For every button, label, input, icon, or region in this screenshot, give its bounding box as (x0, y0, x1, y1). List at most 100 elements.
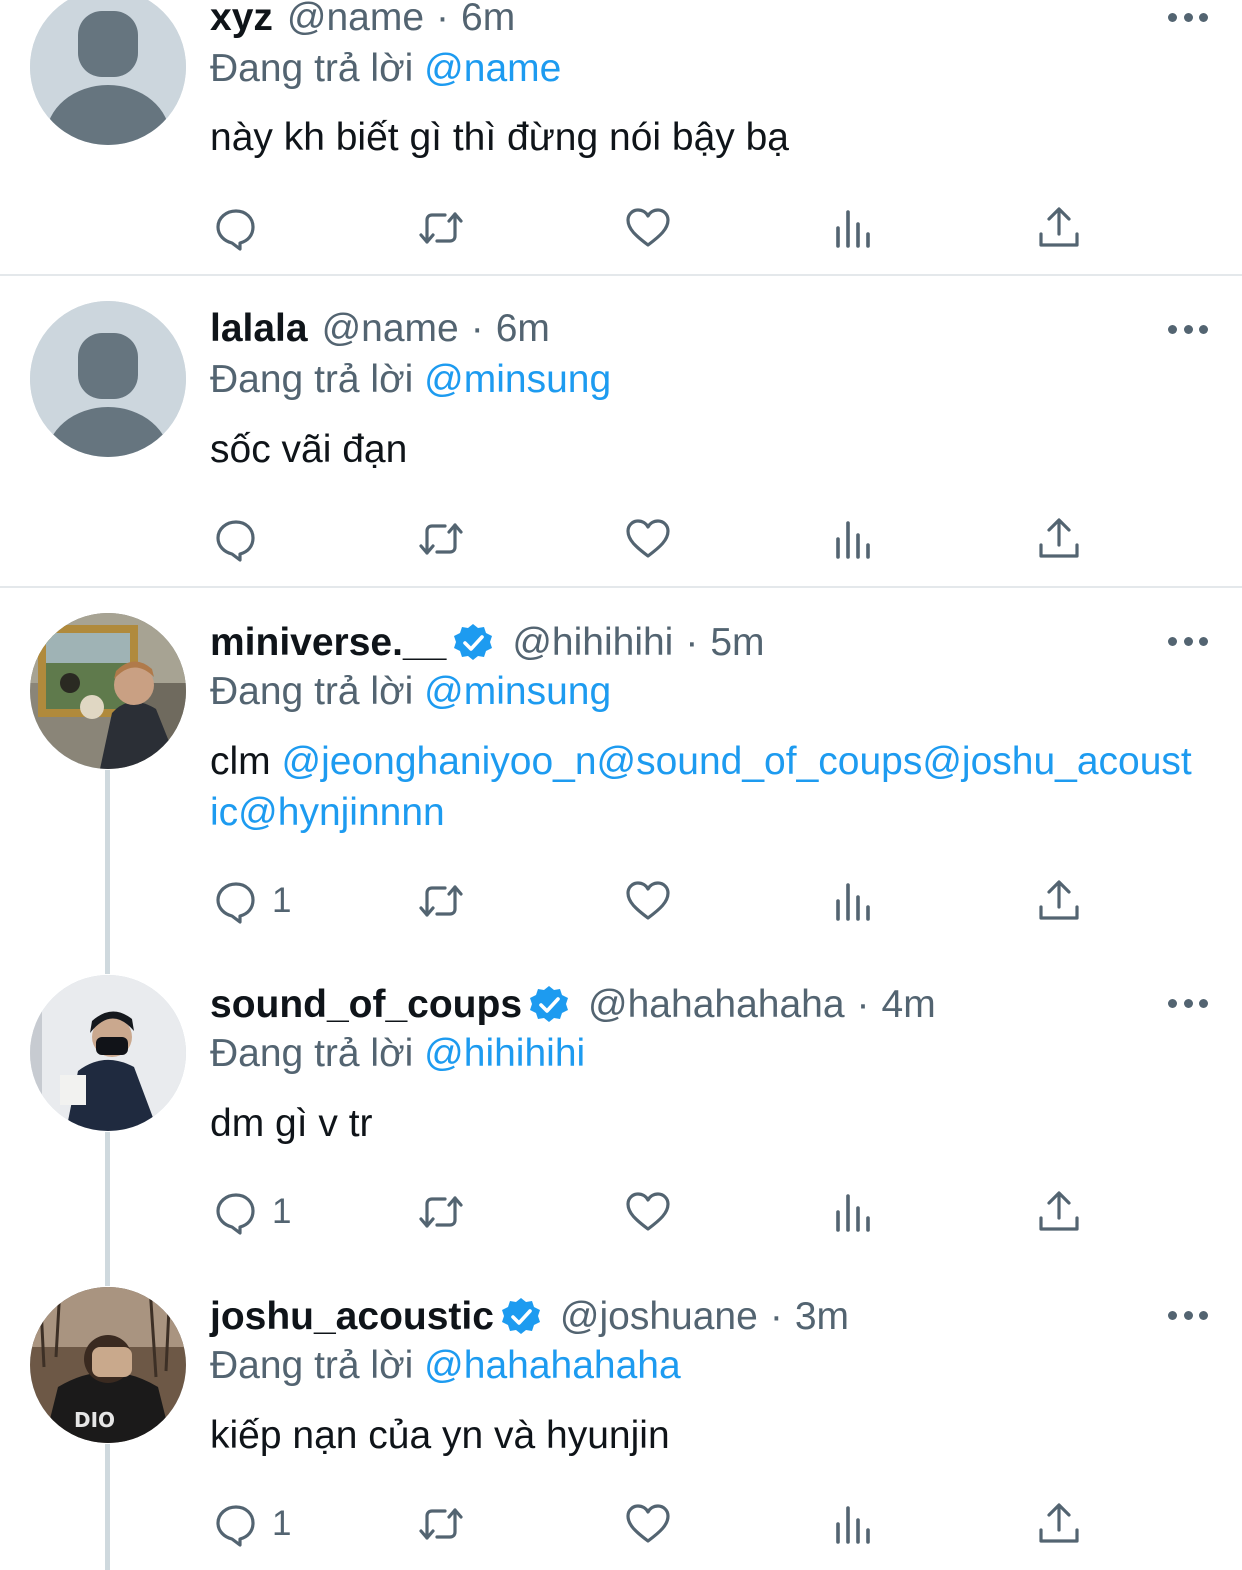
share-button[interactable] (1035, 198, 1083, 258)
like-button[interactable] (624, 1494, 672, 1554)
views-icon (836, 1506, 870, 1544)
retweet-icon (419, 523, 463, 555)
like-button[interactable] (624, 198, 672, 258)
like-button[interactable] (624, 1182, 672, 1242)
action-bar: 1 (0, 871, 1242, 931)
like-button[interactable] (624, 509, 672, 569)
replying-label: Đang trả lời (210, 358, 414, 401)
display-name[interactable]: lalala (210, 304, 308, 354)
reply-icon (216, 882, 255, 924)
reply-button[interactable]: 1 (212, 1182, 291, 1242)
share-button[interactable] (1035, 509, 1083, 569)
replying-to: Đang trả lời @name (210, 44, 561, 94)
views-button[interactable] (830, 198, 878, 258)
display-name[interactable]: xyz (210, 0, 273, 43)
reply-button[interactable]: 1 (212, 1494, 291, 1554)
retweet-icon (419, 1196, 463, 1228)
timestamp[interactable]: 5m (710, 618, 764, 668)
user-handle[interactable]: @name (322, 304, 459, 354)
views-button[interactable] (830, 1494, 878, 1554)
tweet-mentions[interactable]: @jeonghaniyoo_n@sound_of_coups@joshu_aco… (210, 740, 1192, 834)
tweet-header: joshu_acoustic @joshuane · 3m (210, 1292, 849, 1342)
avatar-photo[interactable] (30, 613, 186, 769)
retweet-button[interactable] (417, 871, 465, 931)
reply-icon (216, 1193, 255, 1235)
views-icon (836, 210, 870, 248)
timestamp[interactable]: 6m (461, 0, 515, 43)
reply-count: 1 (272, 881, 292, 920)
tweet-text-prefix: clm (210, 740, 282, 783)
like-button[interactable] (624, 871, 672, 931)
replying-mention[interactable]: @minsung (424, 358, 611, 401)
views-button[interactable] (830, 509, 878, 569)
replying-to: Đang trả lời @minsung (210, 667, 611, 717)
replying-to: Đang trả lời @hahahahaha (210, 1341, 681, 1391)
heart-icon (626, 881, 670, 920)
share-button[interactable] (1035, 1182, 1083, 1242)
retweet-button[interactable] (417, 509, 465, 569)
separator-dot: · (856, 983, 870, 1026)
replying-label: Đang trả lời (210, 670, 414, 713)
display-name[interactable]: joshu_acoustic (210, 1292, 494, 1342)
heart-icon (626, 208, 670, 247)
user-handle[interactable]: @hihihihi (512, 618, 673, 668)
avatar-photo[interactable]: DIO (30, 1287, 186, 1443)
tweet-text: clm @jeonghaniyoo_n@sound_of_coups@joshu… (210, 736, 1200, 838)
more-icon[interactable] (1168, 1309, 1208, 1321)
separator-dot: · (685, 621, 699, 664)
display-name[interactable]: miniverse.__ (210, 618, 446, 668)
more-icon[interactable] (1168, 11, 1208, 23)
tweet-text: kiếp nạn của yn và hyunjin (210, 1414, 670, 1457)
replying-mention[interactable]: @hahahahaha (424, 1344, 681, 1387)
reply-button[interactable] (212, 198, 272, 258)
retweet-button[interactable] (417, 1494, 465, 1554)
replying-mention[interactable]: @name (424, 47, 561, 90)
more-icon[interactable] (1168, 997, 1208, 1009)
more-icon[interactable] (1168, 323, 1208, 335)
user-handle[interactable]: @name (287, 0, 424, 43)
timestamp[interactable]: 3m (795, 1292, 849, 1342)
timestamp[interactable]: 6m (496, 304, 550, 354)
replying-mention[interactable]: @hihihihi (424, 1032, 585, 1075)
display-name[interactable]: sound_of_coups (210, 980, 522, 1030)
retweet-button[interactable] (417, 1182, 465, 1242)
tweet-header: sound_of_coups @hahahahaha · 4m (210, 980, 936, 1030)
views-icon (836, 1194, 870, 1232)
views-button[interactable] (830, 1182, 878, 1242)
user-handle[interactable]: @hahahahaha (588, 980, 845, 1030)
reply-button[interactable]: 1 (212, 871, 291, 931)
share-icon (1039, 518, 1079, 558)
tweet-header: miniverse.__ @hihihihi · 5m (210, 618, 765, 668)
share-button[interactable] (1035, 1494, 1083, 1554)
more-icon[interactable] (1168, 635, 1208, 647)
tweet-text: sốc vãi đạn (210, 428, 408, 471)
retweet-icon (419, 212, 463, 244)
tweet-divider (0, 586, 1242, 588)
share-icon (1039, 1503, 1079, 1543)
verified-badge-icon (454, 624, 493, 660)
avatar-photo[interactable] (30, 975, 186, 1131)
retweet-button[interactable] (417, 198, 465, 258)
avatar-default[interactable] (30, 301, 186, 457)
user-handle[interactable]: @joshuane (560, 1292, 758, 1342)
svg-text:DIO: DIO (74, 1408, 115, 1432)
separator-dot: · (470, 307, 484, 350)
verified-badge-icon (530, 986, 569, 1022)
avatar-default[interactable] (30, 0, 186, 145)
timestamp[interactable]: 4m (882, 980, 936, 1030)
views-icon (836, 521, 870, 559)
action-bar (0, 509, 1242, 569)
share-button[interactable] (1035, 871, 1083, 931)
views-button[interactable] (830, 871, 878, 931)
action-bar: 1 (0, 1494, 1242, 1554)
action-bar (0, 198, 1242, 258)
share-icon (1039, 1191, 1079, 1231)
reply-button[interactable] (212, 509, 272, 569)
reply-icon (216, 209, 255, 251)
replying-mention[interactable]: @minsung (424, 670, 611, 713)
replying-label: Đang trả lời (210, 1344, 414, 1387)
reply-count: 1 (272, 1192, 292, 1231)
action-bar: 1 (0, 1182, 1242, 1242)
replying-label: Đang trả lời (210, 1032, 414, 1075)
heart-icon (626, 519, 670, 558)
